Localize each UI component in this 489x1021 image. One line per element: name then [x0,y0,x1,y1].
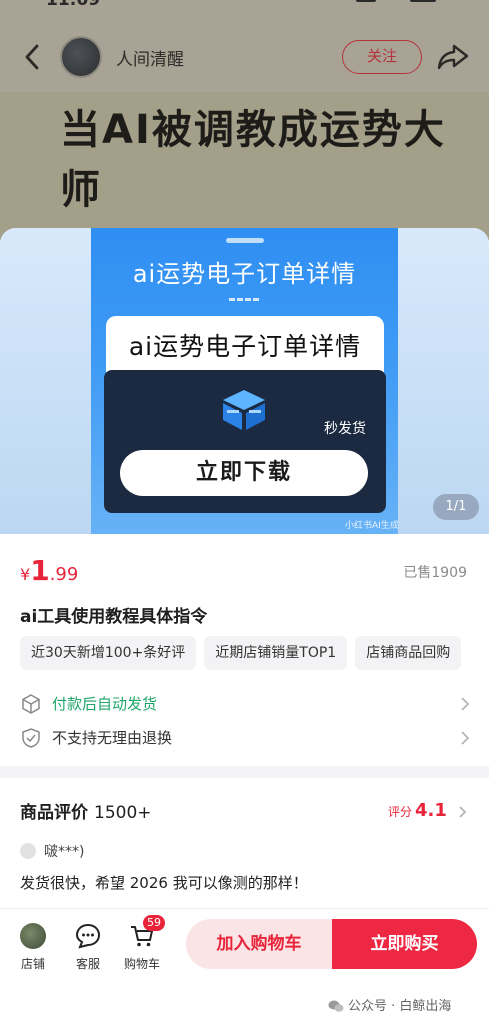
chat-bubble-icon [75,923,101,949]
service-label: 客服 [75,957,100,971]
status-bar: 11:09 [0,0,489,12]
note-headline: 当AI被调教成运势大师 [60,107,446,213]
product-tags: 近30天新增100+条好评 近期店铺销量TOP1 店铺商品回购 [20,636,489,672]
note-title-band: 当AI被调教成运势大师 [0,92,489,240]
buy-now-button[interactable]: 立即购买 [332,919,477,969]
reviewer-name: 啵***) [44,843,85,860]
review-user: 啵***) [20,840,84,861]
author-name[interactable]: 人间清醒 [116,45,184,70]
hexagon-box-icon [22,694,40,714]
follow-button[interactable]: 关注 [342,40,422,74]
product-tag[interactable]: 店铺商品回购 [355,636,462,670]
battery-icon [410,0,436,2]
fast-ship-label: 秒发货 [324,421,366,437]
chevron-right-icon [461,731,470,745]
product-price: ¥1.99 [20,554,78,587]
product-name: ai工具使用教程具体指令 [20,607,208,627]
ai-generated-watermark: 小红书AI生成 [345,521,399,531]
banner-download-button: 立即下载 [120,450,368,496]
shipping-text: 付款后自动发货 [52,695,158,713]
back-arrow-icon[interactable] [20,42,46,72]
banner-card-title-box: ai运势电子订单详情 [106,316,384,372]
shield-check-icon [22,728,40,748]
banner-dash-divider [229,298,259,301]
sheet-drag-handle[interactable] [226,238,264,243]
review-score[interactable]: 评分 4.1 [388,800,467,821]
product-tag[interactable]: 近期店铺销量TOP1 [204,636,348,670]
wechat-watermark: 公众号 · 白鲸出海 [328,995,451,1014]
return-policy-row[interactable]: 不支持无理由退换 [20,726,470,750]
status-time: 11:09 [46,0,101,10]
note-nav-bar: 人间清醒 关注 [0,28,489,86]
add-to-cart-button[interactable]: 加入购物车 [186,919,332,969]
banner-card-title: ai运势电子订单详情 [128,332,362,361]
note-backdrop: 11:09 人间清醒 关注 当AI被调教成运势大师 [0,0,489,240]
chevron-right-icon [461,697,470,711]
author-avatar[interactable] [60,36,102,78]
product-image-banner[interactable]: ai运势电子订单详情 ai运势电子订单详情 秒发货 立即下载 小红书AI生成 1… [0,228,489,534]
return-policy-text: 不支持无理由退换 [52,729,173,747]
product-sheet: ai运势电子订单详情 ai运势电子订单详情 秒发货 立即下载 小红书AI生成 1… [0,228,489,1021]
shop-label: 店铺 [20,957,45,971]
wechat-watermark-text: 公众号 · 白鲸出海 [348,999,452,1014]
cart-label: 购物车 [123,957,160,971]
price-currency: ¥ [20,565,31,584]
banner-side-left [0,228,91,534]
sold-count: 已售1909 [403,565,467,581]
share-icon[interactable] [436,42,470,72]
wechat-icon [328,1000,344,1012]
banner-side-right [398,228,489,534]
customer-service-button[interactable]: 客服 [63,923,113,975]
reviews-header[interactable]: 商品评价 1500+ [20,798,152,823]
product-tag[interactable]: 近30天新增100+条好评 [20,636,197,670]
reviews-title: 商品评价 [20,803,88,823]
price-integer: 1 [30,554,50,587]
score-value: 4.1 [415,800,447,821]
score-label: 评分 [388,805,413,819]
box-3d-icon [223,390,265,430]
bottom-action-bar: 店铺 客服 59 购物车 加入购物车 立即购买 公众号 · 白鲸出海 [0,908,489,1021]
price-decimal: .99 [49,564,79,585]
shipping-row[interactable]: 付款后自动发货 [20,692,470,716]
shop-button[interactable]: 店铺 [8,923,58,975]
banner-top-title: ai运势电子订单详情 [132,260,357,288]
reviews-section: 商品评价 1500+ 评分 4.1 啵***) 发货很快，希望 2026 我可以像测… [0,778,489,908]
review-text: 发货很快，希望 2026 我可以像测的那样！ [20,874,308,892]
product-info: ¥1.99 已售1909 ai工具使用教程具体指令 近30天新增100+条好评近… [0,534,489,766]
reviews-count: 1500+ [94,803,152,823]
shop-avatar-icon [20,923,46,949]
cart-count-badge: 59 [143,915,165,931]
signal-icon [356,0,376,2]
cart-button[interactable]: 59 购物车 [117,915,167,975]
chevron-right-icon [459,805,467,818]
section-divider [0,766,489,778]
image-pager-indicator: 1/1 [433,494,479,520]
reviewer-avatar [20,842,36,859]
banner-dark-card: 秒发货 立即下载 [104,370,386,513]
